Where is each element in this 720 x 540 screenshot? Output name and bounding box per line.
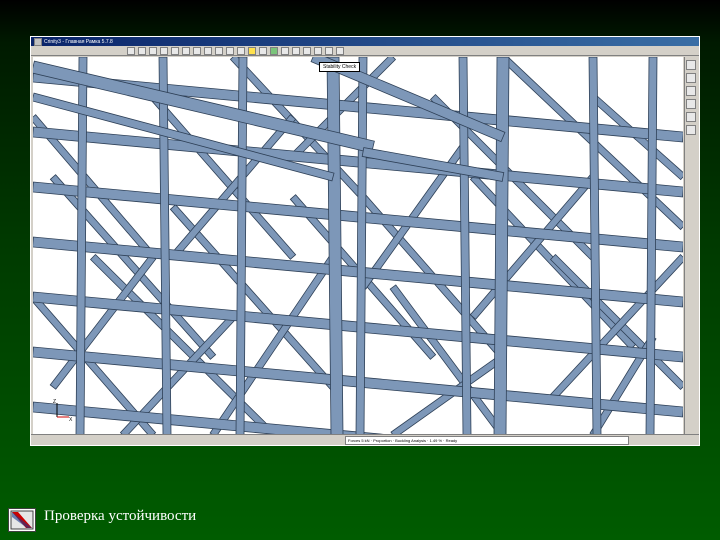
steel-member[interactable] — [493, 57, 510, 435]
zoom-icon[interactable] — [226, 46, 234, 55]
steel-frame-model[interactable] — [33, 57, 683, 435]
window-title: Сrinity3 - Главная Рамка 5.7.8 — [44, 38, 113, 45]
cut-icon[interactable] — [171, 46, 179, 55]
steel-member[interactable] — [89, 253, 277, 435]
pan-icon[interactable] — [292, 46, 300, 55]
toolbar — [31, 46, 699, 56]
print-icon[interactable] — [160, 46, 168, 55]
redo-icon[interactable] — [215, 46, 223, 55]
app-icon — [34, 37, 42, 46]
select-icon[interactable] — [237, 46, 245, 55]
open-icon[interactable] — [138, 46, 146, 55]
beam-icon[interactable] — [270, 46, 278, 55]
rotate-icon[interactable] — [281, 46, 289, 55]
3d-viewport[interactable]: Stability Check Z X — [33, 57, 683, 435]
app-window: Сrinity3 - Главная Рамка 5.7.8 _ □ × Sta… — [30, 36, 700, 446]
status-bar: Forces 5 kN · Proportion · Buckling Anal… — [31, 434, 699, 445]
steel-member[interactable] — [33, 71, 683, 143]
settings-icon[interactable] — [325, 46, 333, 55]
copy-icon[interactable] — [182, 46, 190, 55]
side-button[interactable] — [686, 112, 696, 122]
title-bar: Сrinity3 - Главная Рамка 5.7.8 — [31, 37, 699, 46]
steel-member[interactable] — [209, 254, 337, 435]
save-icon[interactable] — [149, 46, 157, 55]
node-icon[interactable] — [259, 46, 267, 55]
side-button[interactable] — [686, 99, 696, 109]
steel-member[interactable] — [389, 284, 507, 435]
steel-member[interactable] — [49, 254, 157, 390]
axis-x-label: X — [69, 417, 73, 423]
side-button[interactable] — [686, 86, 696, 96]
fit-icon[interactable] — [303, 46, 311, 55]
side-button[interactable] — [686, 73, 696, 83]
status-text: Forces 5 kN · Proportion · Buckling Anal… — [345, 436, 629, 445]
axis-z-label: Z — [53, 399, 57, 405]
paste-icon[interactable] — [193, 46, 201, 55]
undo-icon[interactable] — [204, 46, 212, 55]
view-label: Stability Check — [319, 62, 361, 72]
steel-member[interactable] — [588, 57, 602, 435]
steel-member[interactable] — [645, 57, 658, 435]
side-button[interactable] — [686, 60, 696, 70]
slide-logo-icon — [8, 508, 36, 532]
slide-caption: Проверка устойчивости — [44, 508, 197, 524]
side-button[interactable] — [686, 125, 696, 135]
help-icon[interactable] — [336, 46, 344, 55]
new-icon[interactable] — [127, 46, 135, 55]
side-toolbar — [684, 57, 697, 435]
view-icon[interactable] — [314, 46, 322, 55]
highlight-icon[interactable] — [248, 46, 256, 55]
